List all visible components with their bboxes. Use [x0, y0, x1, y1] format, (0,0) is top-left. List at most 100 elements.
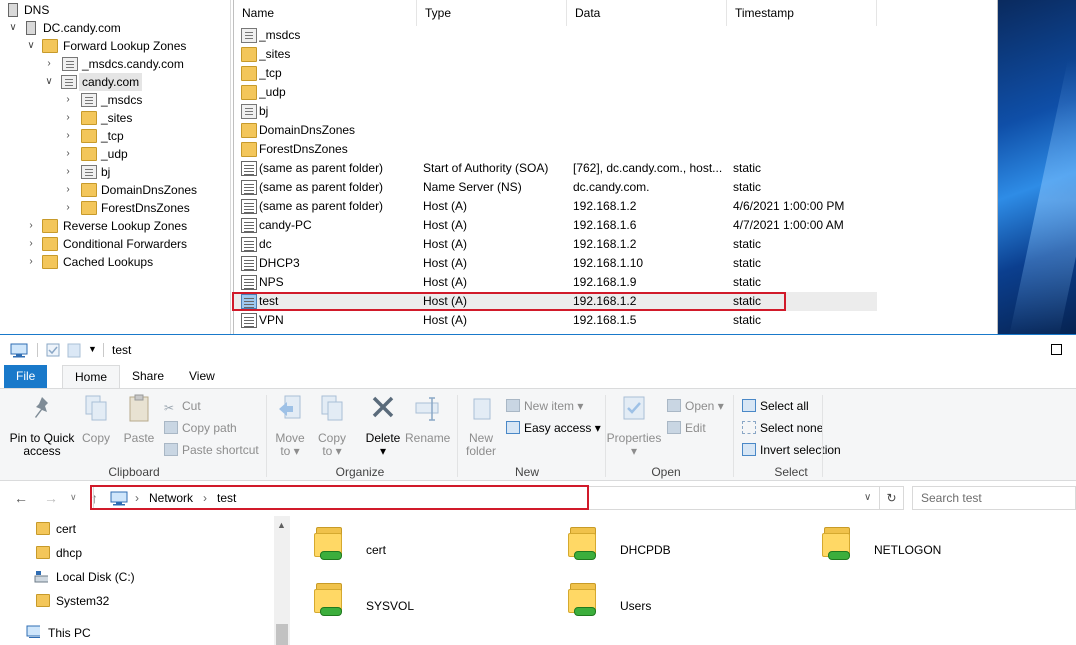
- tab-share[interactable]: Share: [120, 365, 176, 388]
- nav-pane-scrollbar[interactable]: ▲: [274, 516, 290, 645]
- table-row[interactable]: DomainDnsZones: [234, 121, 877, 140]
- forward-arrow-icon[interactable]: →: [44, 490, 58, 506]
- chevron-right-icon[interactable]: ›: [63, 109, 73, 127]
- chevron-down-icon[interactable]: ∨: [44, 73, 54, 91]
- table-row[interactable]: (same as parent folder) Start of Authori…: [234, 159, 877, 178]
- share-sysvol[interactable]: SYSVOL: [290, 575, 490, 625]
- back-arrow-icon[interactable]: ←: [14, 490, 28, 506]
- new-item-icon: [506, 399, 520, 412]
- toolbar-separator: [103, 343, 104, 357]
- table-row[interactable]: ForestDnsZones: [234, 140, 877, 159]
- ribbon-separator: [733, 395, 734, 477]
- chevron-right-icon[interactable]: ›: [26, 235, 36, 253]
- group-label-select: Select: [774, 465, 808, 479]
- table-row[interactable]: (same as parent folder) Name Server (NS)…: [234, 178, 877, 197]
- copy-button[interactable]: Copy: [80, 393, 112, 445]
- scrollbar-thumb[interactable]: [276, 624, 288, 645]
- properties-icon[interactable]: [46, 343, 60, 357]
- column-header-name[interactable]: Name: [234, 0, 417, 26]
- paste-shortcut-icon: [164, 443, 178, 456]
- rename-button[interactable]: Rename: [405, 393, 450, 445]
- folder-icon: [81, 201, 97, 215]
- new-folder-icon: [473, 398, 491, 420]
- chevron-right-icon[interactable]: ›: [63, 181, 73, 199]
- invert-selection-button[interactable]: Invert selection: [742, 441, 841, 459]
- toolbar-separator: [37, 343, 38, 357]
- copy-to-button[interactable]: Copy to ▾: [316, 393, 348, 458]
- properties-button[interactable]: Properties ▾: [606, 393, 662, 458]
- maximize-button[interactable]: [1051, 344, 1062, 355]
- new-item-button[interactable]: New item ▾: [506, 397, 583, 415]
- table-row[interactable]: _tcp: [234, 64, 877, 83]
- share-dhcpdb[interactable]: DHCPDB: [544, 519, 744, 569]
- group-label-open: Open: [651, 465, 681, 479]
- record-icon: [241, 313, 257, 328]
- chevron-right-icon[interactable]: ›: [44, 55, 54, 73]
- easy-access-button[interactable]: Easy access ▾: [506, 419, 601, 437]
- column-header-timestamp[interactable]: Timestamp: [727, 0, 877, 26]
- refresh-button[interactable]: ↻: [880, 486, 904, 510]
- chevron-right-icon[interactable]: ›: [63, 163, 73, 181]
- chevron-right-icon[interactable]: ›: [26, 217, 36, 235]
- table-row[interactable]: _udp: [234, 83, 877, 102]
- network-share-folder-icon: [822, 527, 854, 561]
- chevron-right-icon[interactable]: ›: [63, 127, 73, 145]
- easy-access-icon: [506, 421, 520, 434]
- paste-button[interactable]: Paste: [122, 393, 156, 445]
- folder-icon: [81, 111, 97, 125]
- table-row[interactable]: _sites: [234, 45, 877, 64]
- record-icon: [241, 161, 257, 176]
- copy-path-icon: [164, 421, 178, 434]
- share-users[interactable]: Users: [544, 575, 744, 625]
- navigation-pane: cert dhcp Local Disk (C:) System32 This …: [0, 516, 290, 645]
- open-icon: [667, 399, 681, 412]
- address-history-chevron-icon[interactable]: ∨: [864, 492, 871, 503]
- new-folder-icon[interactable]: [67, 343, 81, 358]
- tab-home[interactable]: Home: [62, 365, 121, 388]
- open-button[interactable]: Open ▾: [667, 397, 724, 415]
- select-all-button[interactable]: Select all: [742, 397, 809, 415]
- select-none-button[interactable]: Select none: [742, 419, 823, 437]
- delete-button[interactable]: Delete ▾: [364, 393, 402, 458]
- chevron-down-icon[interactable]: ∨: [26, 37, 36, 55]
- column-header-type[interactable]: Type: [417, 0, 567, 26]
- chevron-right-icon[interactable]: ›: [26, 253, 36, 271]
- table-row[interactable]: (same as parent folder) Host (A) 192.168…: [234, 197, 877, 216]
- network-share-folder-icon: [568, 527, 600, 561]
- table-row[interactable]: DHCP3 Host (A) 192.168.1.10 static: [234, 254, 877, 273]
- pin-to-quick-access-button[interactable]: Pin to Quick access: [8, 393, 76, 458]
- zone-icon: [61, 75, 77, 89]
- scroll-up-arrow-icon[interactable]: ▲: [277, 520, 286, 530]
- column-header-data[interactable]: Data: [567, 0, 727, 26]
- chevron-down-icon[interactable]: ∨: [8, 19, 18, 37]
- table-row[interactable]: NPS Host (A) 192.168.1.9 static: [234, 273, 877, 292]
- tab-view[interactable]: View: [177, 365, 227, 388]
- chevron-right-icon[interactable]: ›: [63, 199, 73, 217]
- dns-records-list: Name Type Data Timestamp _msdcs _sites _…: [233, 0, 998, 334]
- folder-icon: [241, 123, 257, 138]
- share-netlogon[interactable]: NETLOGON: [798, 519, 998, 569]
- folder-icon: [42, 39, 58, 53]
- new-folder-button[interactable]: New folder: [462, 393, 500, 458]
- cut-button[interactable]: ✂ Cut: [164, 397, 201, 415]
- chevron-right-icon[interactable]: ›: [63, 145, 73, 163]
- move-to-button[interactable]: Move to ▾: [274, 393, 306, 458]
- table-row[interactable]: VPN Host (A) 192.168.1.5 static: [234, 311, 877, 330]
- tab-file[interactable]: File: [4, 365, 48, 388]
- paste-shortcut-button[interactable]: Paste shortcut: [164, 441, 259, 459]
- server-icon: [8, 3, 18, 17]
- search-input[interactable]: Search test: [912, 486, 1076, 510]
- table-row[interactable]: dc Host (A) 192.168.1.2 static: [234, 235, 877, 254]
- table-row[interactable]: candy-PC Host (A) 192.168.1.6 4/7/2021 1…: [234, 216, 877, 235]
- share-cert[interactable]: cert: [290, 519, 490, 569]
- table-row[interactable]: bj: [234, 102, 877, 121]
- recent-locations-chevron-icon[interactable]: ∨: [70, 492, 77, 503]
- chevron-right-icon[interactable]: ›: [63, 91, 73, 109]
- edit-button[interactable]: Edit: [667, 419, 706, 437]
- customize-quick-access-chevron-icon[interactable]: ▼: [88, 344, 97, 354]
- copy-path-button[interactable]: Copy path: [164, 419, 237, 437]
- folder-icon: [36, 546, 50, 559]
- ribbon-separator: [457, 395, 458, 477]
- table-row[interactable]: _msdcs: [234, 26, 877, 45]
- ribbon: Pin to Quick access Copy Paste ✂ Cut Copy…: [0, 388, 1076, 481]
